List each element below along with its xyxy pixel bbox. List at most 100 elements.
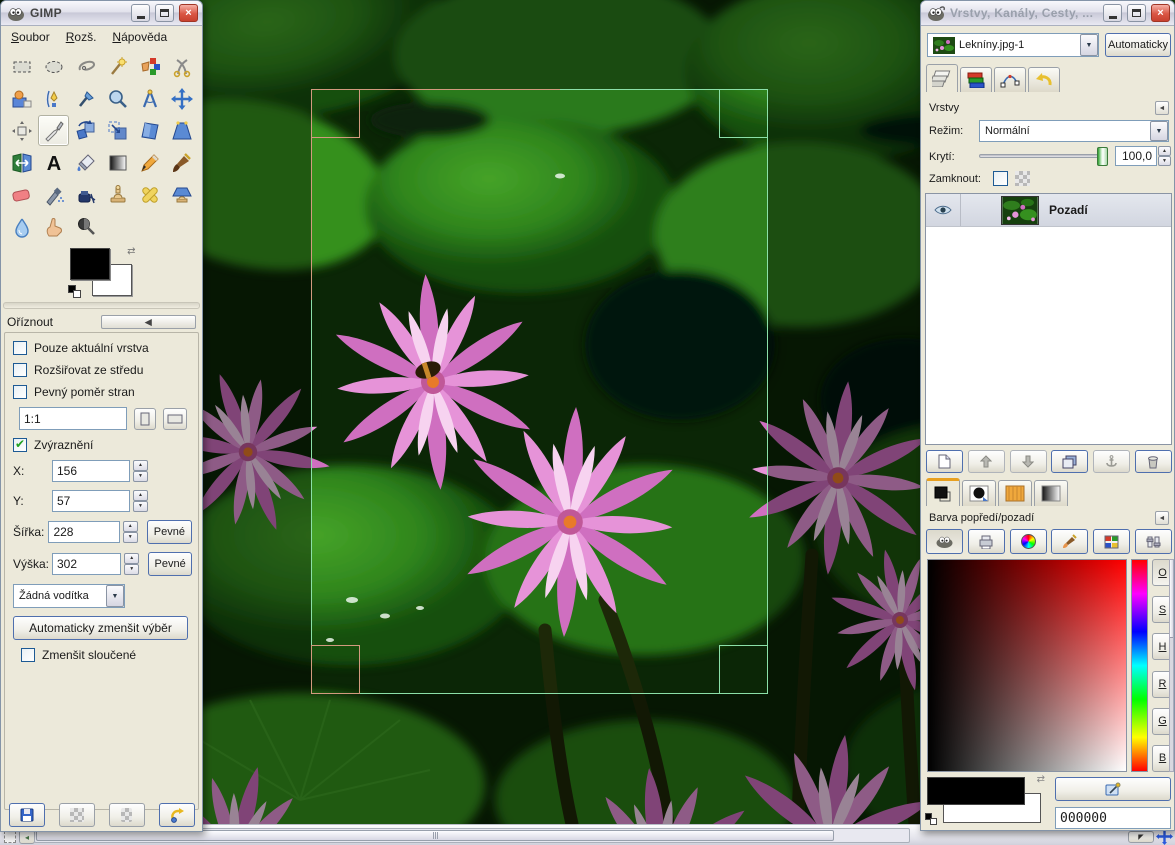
delete-layer-button[interactable] [1135, 450, 1172, 473]
tab-channels[interactable] [960, 67, 992, 92]
reset-options-button[interactable] [159, 803, 195, 827]
mode-dropdown[interactable]: Normální [979, 120, 1169, 142]
tab-layers[interactable] [926, 64, 958, 92]
width-spinner[interactable]: ▲▼ [123, 521, 138, 543]
fixed-width-button[interactable]: Pevné [147, 520, 192, 544]
opacity-input[interactable]: 100,0 [1115, 146, 1157, 166]
toolbox-titlebar[interactable]: GIMP × [1, 1, 202, 26]
tool-blur[interactable] [6, 211, 37, 242]
tool-fuzzy-select[interactable] [102, 51, 133, 82]
opacity-slider-handle[interactable] [1097, 147, 1108, 166]
tool-text[interactable]: A [38, 147, 69, 178]
y-input[interactable]: 57 [52, 490, 130, 512]
dialog-minimize-button[interactable] [1103, 4, 1122, 22]
default-colors-icon[interactable] [925, 813, 937, 825]
tool-perspective[interactable] [166, 115, 197, 146]
tool-eraser[interactable] [6, 179, 37, 210]
gimp-color-selector-button[interactable] [926, 529, 963, 554]
save-options-button[interactable] [9, 803, 45, 827]
color-collapse-button[interactable]: ◄ [1155, 511, 1169, 525]
tool-heal[interactable] [134, 179, 165, 210]
mode-dropdown-arrow[interactable] [1150, 121, 1168, 141]
tab-paths[interactable] [994, 67, 1026, 92]
opacity-slider[interactable] [979, 154, 1107, 158]
saturation-value-square[interactable] [927, 559, 1127, 772]
palette-selector-button[interactable] [1093, 529, 1130, 554]
scales-selector-button[interactable] [1135, 529, 1172, 554]
tab-brushes[interactable] [962, 480, 996, 506]
tool-move[interactable] [166, 83, 197, 114]
tab-menu-button[interactable]: ◤ [1128, 831, 1154, 843]
tool-clone[interactable] [102, 179, 133, 210]
close-button[interactable]: × [179, 4, 198, 22]
tool-measure[interactable] [134, 83, 165, 114]
width-input[interactable]: 228 [48, 521, 119, 543]
height-spinner[interactable]: ▲▼ [124, 553, 139, 575]
color-wheel-selector-button[interactable] [1010, 529, 1047, 554]
tab-undo-history[interactable] [1028, 67, 1060, 92]
dialog-close-button[interactable]: × [1151, 4, 1170, 22]
ratio-landscape-button[interactable] [163, 408, 187, 430]
image-selector-arrow[interactable] [1080, 34, 1098, 56]
tool-free-select[interactable] [70, 51, 101, 82]
tool-scale[interactable] [102, 115, 133, 146]
minimize-button[interactable] [131, 4, 150, 22]
new-layer-button[interactable] [926, 450, 963, 473]
foreground-color-swatch[interactable] [70, 248, 110, 280]
maximize-button[interactable] [155, 4, 174, 22]
y-spinner[interactable]: ▲▼ [133, 490, 148, 512]
layer-visible-eye-icon[interactable] [934, 204, 952, 216]
layers-collapse-button[interactable]: ◄ [1155, 101, 1169, 115]
swap-colors-icon[interactable]: ⇄ [127, 246, 135, 257]
tool-shear[interactable] [134, 115, 165, 146]
tool-airbrush[interactable] [38, 179, 69, 210]
color-panel-scrollbar[interactable] [1169, 559, 1174, 772]
opacity-spinner[interactable]: ▲▼ [1158, 146, 1171, 166]
current-foreground-swatch[interactable] [927, 777, 1025, 805]
cmyk-selector-button[interactable] [968, 529, 1005, 554]
pick-color-button[interactable] [1055, 777, 1171, 801]
shrink-merged-checkbox[interactable] [21, 648, 35, 662]
tool-rotate[interactable] [70, 115, 101, 146]
ratio-portrait-button[interactable] [134, 408, 156, 430]
current-layer-checkbox[interactable] [13, 341, 27, 355]
auto-button[interactable]: Automaticky [1105, 33, 1171, 57]
tool-bucket-fill[interactable] [70, 147, 101, 178]
tool-pencil[interactable] [134, 147, 165, 178]
quick-mask-toggle[interactable] [4, 831, 16, 843]
hex-color-input[interactable]: 000000 [1055, 807, 1171, 829]
guides-dropdown[interactable]: Žádná vodítka [13, 584, 125, 608]
raise-layer-button[interactable] [968, 450, 1005, 473]
x-spinner[interactable]: ▲▼ [133, 460, 148, 482]
tab-gradients[interactable] [1034, 480, 1068, 506]
tool-rectangle-select[interactable] [6, 51, 37, 82]
default-colors-icon[interactable] [68, 285, 81, 298]
fixed-ratio-checkbox[interactable] [13, 385, 27, 399]
dialog-maximize-button[interactable] [1127, 4, 1146, 22]
tool-foreground-select[interactable] [6, 83, 37, 114]
tool-zoom[interactable] [102, 83, 133, 114]
anchor-layer-button[interactable] [1093, 450, 1130, 473]
dialog-titlebar[interactable]: Vrstvy, Kanály, Cesty, ... × [921, 1, 1174, 26]
collapse-options-button[interactable]: ◄ [101, 315, 197, 329]
tool-smudge[interactable] [38, 211, 69, 242]
guides-dropdown-arrow[interactable] [106, 585, 124, 607]
expand-center-checkbox[interactable] [13, 363, 27, 377]
fixed-height-button[interactable]: Pevné [148, 552, 192, 576]
x-input[interactable]: 156 [52, 460, 130, 482]
highlight-checkbox[interactable] [13, 438, 27, 452]
scroll-left-button[interactable]: ◂ [19, 830, 35, 844]
menu-help[interactable]: Nápověda [112, 30, 167, 44]
lower-layer-button[interactable] [1010, 450, 1047, 473]
menu-extensions[interactable]: Rozš. [66, 30, 97, 44]
tool-paintbrush[interactable] [166, 147, 197, 178]
tab-patterns[interactable] [998, 480, 1032, 506]
watercolor-selector-button[interactable] [1051, 529, 1088, 554]
restore-options-button[interactable] [59, 803, 95, 827]
tool-ink[interactable] [70, 179, 101, 210]
tool-paths[interactable] [38, 83, 69, 114]
color-panel-scrollbar-thumb[interactable] [1170, 560, 1173, 638]
tool-align[interactable] [6, 115, 37, 146]
hue-strip[interactable] [1131, 559, 1148, 772]
current-fg-bg-swatch[interactable]: ⇄ [927, 777, 1045, 827]
